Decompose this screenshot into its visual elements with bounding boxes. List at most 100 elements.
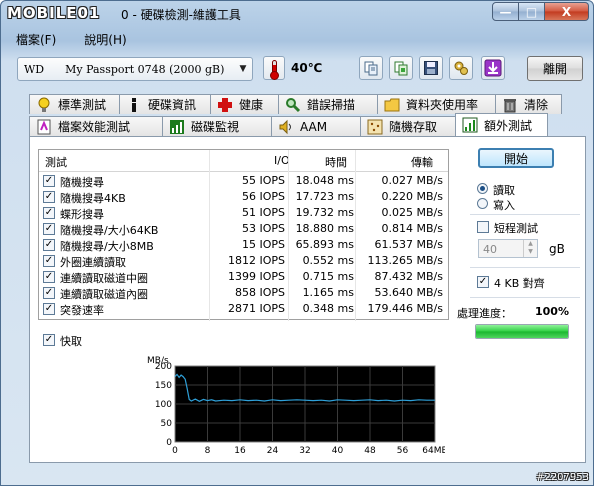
maximize-icon: □ [525, 4, 538, 19]
test-name: 隨機搜尋/大小64KB [60, 224, 159, 237]
test-name: 外圈連續讀取 [60, 256, 126, 269]
radio-dot [477, 183, 488, 194]
io-value: 1399 IOPS [227, 270, 285, 283]
x-tick-label: 48 [364, 446, 376, 456]
copy-all-button[interactable] [389, 56, 413, 80]
drive-select[interactable]: WD My Passport 0748 (2000 gB) ▼ [17, 57, 253, 81]
x-tick-label: 24 [267, 446, 279, 456]
lightbulb-icon [36, 97, 52, 113]
save-button[interactable] [419, 56, 443, 80]
tab-folder-usage[interactable]: 資料夾使用率 [377, 94, 496, 114]
tab-file-benchmark[interactable]: 檔案效能測試 [29, 116, 163, 136]
x-tick-label: 40 [332, 446, 344, 456]
copy-green-icon [394, 61, 408, 76]
row-checkbox[interactable]: ✓ [43, 239, 55, 251]
row-checkbox[interactable]: ✓ [43, 191, 55, 203]
table-row[interactable]: ✓ 連續讀取磁道內圈 858 IOPS 1.165 ms 53.640 MB/s [39, 285, 448, 301]
radio-dot [477, 198, 488, 209]
tab-erase[interactable]: 清除 [495, 94, 562, 114]
io-value: 53 IOPS [241, 222, 285, 235]
row-checkbox[interactable]: ✓ [43, 175, 55, 187]
transfer-value: 53.640 MB/s [374, 286, 443, 299]
cache-checkbox[interactable]: ✓ 快取 [43, 332, 183, 348]
transfer-value: 0.814 MB/s [381, 222, 443, 235]
table-row[interactable]: ✓ 蝶形搜尋 51 IOPS 19.732 ms 0.025 MB/s [39, 205, 448, 221]
write-radio[interactable]: 寫入 [475, 196, 575, 212]
tab-label: 硬碟資訊 [148, 98, 197, 112]
short-test-checkbox[interactable]: 短程測試 [477, 219, 594, 235]
y-tick-label: 100 [155, 400, 172, 410]
size-spinner[interactable]: 40 ▲ ▼ [478, 239, 538, 258]
y-tick-label: 50 [161, 419, 173, 429]
file-bench-icon [36, 119, 52, 135]
header-transfer: 傳輸 [411, 156, 433, 169]
exit-button[interactable]: 離開 [527, 56, 583, 81]
table-row[interactable]: ✓ 隨機搜尋 55 IOPS 18.048 ms 0.027 MB/s [39, 173, 448, 189]
minimize-button[interactable]: — [492, 2, 519, 21]
menu-bar: 檔案(F) 說明(H) [2, 28, 592, 50]
divider [470, 297, 580, 298]
spinner-arrows-icon[interactable]: ▲ ▼ [523, 240, 537, 257]
mobile01-logo: MOBILE01 [7, 4, 101, 22]
row-checkbox[interactable]: ✓ [43, 287, 55, 299]
title-bar[interactable]: MOBILE01 0 - 硬碟檢測-維護工具 — □ X [1, 1, 594, 27]
time-value: 1.165 ms [302, 286, 354, 299]
tab-random-access[interactable]: 隨機存取 [360, 116, 456, 136]
transfer-value: 0.220 MB/s [381, 190, 443, 203]
io-value: 55 IOPS [241, 174, 285, 187]
tab-benchmark[interactable]: 標準測試 [29, 94, 120, 114]
transfer-value: 61.537 MB/s [374, 238, 443, 251]
test-name: 蝶形搜尋 [60, 208, 104, 221]
io-value: 858 IOPS [234, 286, 285, 299]
scan-icon [285, 97, 301, 113]
start-button[interactable]: 開始 [478, 148, 554, 168]
size-value: 40 [483, 243, 497, 256]
row-checkbox[interactable]: ✓ [43, 303, 55, 315]
cache-label: 快取 [60, 335, 82, 348]
row-checkbox[interactable]: ✓ [43, 271, 55, 283]
table-row[interactable]: ✓ 隨機搜尋4KB 56 IOPS 17.723 ms 0.220 MB/s [39, 189, 448, 205]
table-row[interactable]: ✓ 外圈連續讀取 1812 IOPS 0.552 ms 113.265 MB/s [39, 253, 448, 269]
time-value: 19.732 ms [295, 206, 354, 219]
tab-error-scan[interactable]: 錯誤掃描 [278, 94, 378, 114]
window-controls: — □ X [492, 2, 589, 21]
menu-file[interactable]: 檔案(F) [2, 29, 70, 50]
options-button[interactable] [449, 56, 473, 80]
row-checkbox[interactable]: ✓ [43, 255, 55, 267]
row-checkbox[interactable]: ✓ [43, 207, 55, 219]
align-4kb-checkbox[interactable]: ✓ 4 KB 對齊 [477, 274, 594, 290]
menu-help[interactable]: 說明(H) [70, 29, 140, 50]
tab-row-1: 標準測試 硬碟資訊 健康 錯誤掃描 資料夾使用率 清除 [29, 94, 562, 114]
table-row[interactable]: ✓ 隨機搜尋/大小64KB 53 IOPS 18.880 ms 0.814 MB/s [39, 221, 448, 237]
tab-health[interactable]: 健康 [210, 94, 279, 114]
tab-aam[interactable]: AAM [271, 116, 361, 136]
maximize-button[interactable]: □ [519, 2, 545, 21]
download-button[interactable] [481, 56, 505, 80]
copy-button[interactable] [359, 56, 383, 80]
checkbox-box [477, 221, 489, 233]
tab-label: 資料夾使用率 [406, 98, 479, 112]
test-name: 隨機搜尋4KB [60, 192, 126, 205]
tab-disk-info[interactable]: 硬碟資訊 [119, 94, 211, 114]
read-radio[interactable]: 讀取 [475, 181, 575, 197]
results-header: 測試 I/O 時間 傳輸 [39, 150, 448, 172]
row-checkbox[interactable]: ✓ [43, 223, 55, 235]
progress-value: 100% [535, 305, 569, 318]
close-button[interactable]: X [545, 2, 589, 21]
test-name: 連續讀取磁道中圈 [60, 272, 148, 285]
table-row[interactable]: ✓ 突發速率 2871 IOPS 0.348 ms 179.446 MB/s [39, 301, 448, 317]
window-title: 0 - 硬碟檢測-維護工具 [121, 8, 241, 22]
table-row[interactable]: ✓ 隨機搜尋/大小8MB 15 IOPS 65.893 ms 61.537 MB/s [39, 237, 448, 253]
trash-icon [502, 97, 518, 113]
watermark-id: #2207953 [536, 472, 589, 483]
folder-icon [384, 97, 400, 113]
tab-extra-tests[interactable]: 額外測試 [455, 113, 548, 136]
table-row[interactable]: ✓ 連續讀取磁道中圈 1399 IOPS 0.715 ms 87.432 MB/s [39, 269, 448, 285]
tab-disk-monitor[interactable]: 磁碟監視 [162, 116, 272, 136]
drive-select-value: WD My Passport 0748 (2000 gB) [24, 62, 225, 76]
x-tick-label: 56 [397, 446, 409, 456]
info-icon [126, 97, 142, 113]
transfer-value: 0.025 MB/s [381, 206, 443, 219]
time-value: 17.723 ms [295, 190, 354, 203]
x-tick-label: 8 [205, 446, 211, 456]
